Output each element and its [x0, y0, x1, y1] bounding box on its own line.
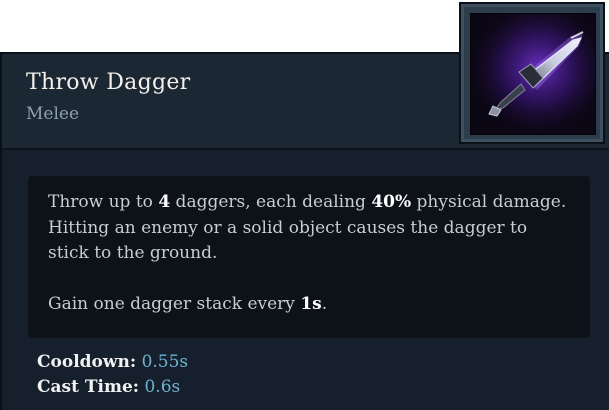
desc-text: Gain one dagger stack every: [48, 293, 301, 314]
desc-text: Throw up to: [48, 192, 159, 212]
ability-description: Throw up to 4 daggers, each dealing 40% …: [48, 190, 573, 317]
stat-label: Cast Time:: [37, 377, 140, 397]
desc-highlight-stack-time: 1s: [300, 293, 322, 314]
ability-name: Throw Dagger: [26, 70, 191, 95]
ability-stats: Cooldown: 0.55s Cast Time: 0.6s: [37, 350, 188, 400]
stat-cast-time: Cast Time: 0.6s: [37, 375, 188, 400]
desc-text: daggers, each dealing: [170, 192, 372, 212]
ability-icon-frame: [459, 2, 605, 144]
description-paragraph-2: Gain one dagger stack every 1s.: [48, 292, 573, 318]
stat-value: 0.55s: [141, 352, 189, 372]
description-paragraph-1: Throw up to 4 daggers, each dealing 40% …: [48, 190, 573, 267]
desc-highlight-damage: 40%: [371, 192, 412, 212]
ability-icon-background: [470, 13, 596, 135]
stat-label: Cooldown:: [37, 352, 137, 372]
description-box: Throw up to 4 daggers, each dealing 40% …: [28, 176, 590, 338]
stat-cooldown: Cooldown: 0.55s: [37, 350, 188, 375]
dagger-icon: [471, 14, 595, 134]
ability-category: Melee: [26, 104, 80, 124]
desc-text: .: [321, 293, 328, 314]
stat-value: 0.6s: [144, 377, 181, 397]
desc-highlight-dagger-count: 4: [158, 192, 171, 212]
